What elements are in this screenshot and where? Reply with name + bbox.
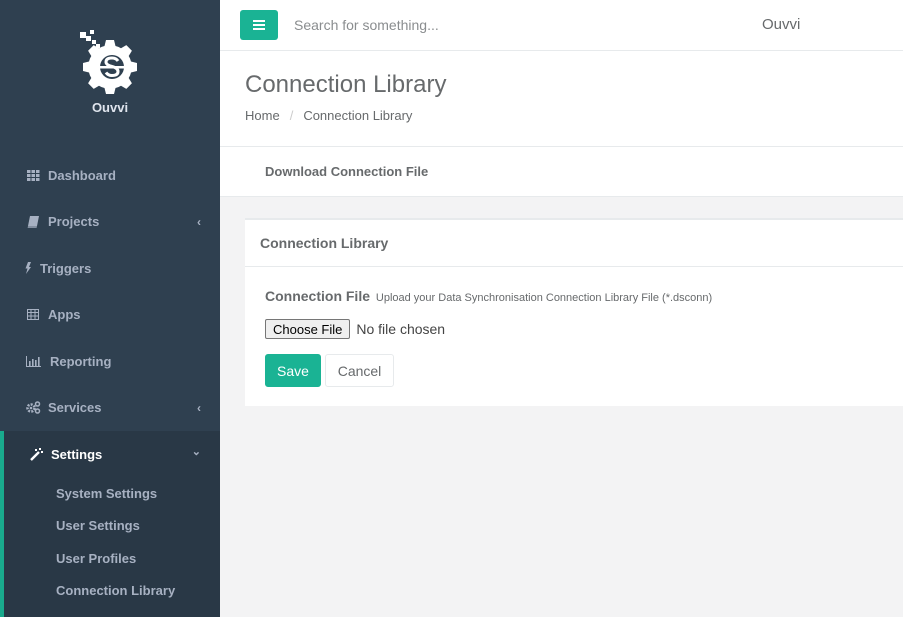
hamburger-icon (253, 18, 265, 33)
cancel-button[interactable]: Cancel (325, 354, 394, 387)
field-label-text: Connection File (265, 288, 370, 304)
book-icon (25, 215, 41, 229)
sidebar: Ouvvi Dashboard Projects ‹ Triggers Apps… (0, 0, 220, 617)
connection-file-label: Connection File Upload your Data Synchro… (265, 288, 712, 304)
field-hint: Upload your Data Synchronisation Connect… (375, 292, 713, 304)
breadcrumb-current: Connection Library (303, 108, 413, 123)
sidebar-item-label: Services (48, 400, 102, 416)
sidebar-subitem-user-profiles[interactable]: User Profiles (56, 551, 136, 566)
sidebar-item-settings[interactable]: Settings ⌄ (4, 431, 220, 477)
connection-library-panel: Connection Library Connection File Uploa… (245, 218, 903, 406)
sidebar-item-label: Reporting (50, 353, 112, 369)
chevron-left-icon: ‹ (197, 214, 201, 229)
action-bar: Download Connection File (220, 147, 903, 197)
sidebar-item-projects[interactable]: Projects ‹ (0, 199, 220, 246)
sidebar-item-label: Projects (48, 214, 100, 230)
sidebar-header: Ouvvi (0, 0, 220, 140)
sidebar-item-label: Settings (51, 446, 103, 462)
panel-header: Connection Library (245, 220, 903, 267)
magic-wand-icon (28, 447, 44, 461)
sidebar-item-label: Dashboard (48, 167, 116, 183)
brand-name: Ouvvi (91, 100, 129, 115)
page-heading: Connection Library Home / Connection Lib… (220, 51, 903, 147)
breadcrumb-home[interactable]: Home (245, 108, 280, 123)
breadcrumb-separator: / (289, 108, 294, 123)
sidebar-subitem-user-settings[interactable]: User Settings (56, 518, 140, 533)
file-status: No file chosen (356, 321, 446, 337)
page-title: Connection Library (245, 71, 447, 98)
gear-s-logo-icon (80, 30, 137, 94)
table-icon (25, 308, 41, 322)
th-grid-icon (25, 168, 41, 182)
download-connection-file-link[interactable]: Download Connection File (265, 164, 428, 179)
sidebar-item-label: Apps (48, 307, 81, 323)
search-input[interactable] (294, 12, 594, 38)
sidebar-item-apps[interactable]: Apps (0, 292, 220, 339)
cogs-icon (25, 401, 41, 415)
sidebar-group-settings: Settings ⌄ System Settings User Settings… (0, 431, 220, 617)
breadcrumb: Home / Connection Library (245, 108, 412, 123)
sidebar-item-dashboard[interactable]: Dashboard (0, 152, 220, 199)
sidebar-subitem-system-settings[interactable]: System Settings (56, 486, 157, 501)
top-navbar: Ouvvi (220, 0, 903, 51)
sidebar-nav: Dashboard Projects ‹ Triggers Apps Repor… (0, 152, 220, 431)
file-input[interactable]: Choose File No file chosen (265, 319, 445, 339)
bolt-icon (24, 261, 32, 275)
top-user-label: Ouvvi (762, 16, 801, 33)
toggle-sidebar-button[interactable] (240, 10, 278, 40)
sidebar-item-reporting[interactable]: Reporting (0, 338, 220, 385)
chevron-down-icon: ⌄ (191, 446, 201, 458)
bar-chart-icon (25, 354, 41, 368)
choose-file-button[interactable]: Choose File (265, 319, 351, 339)
chevron-left-icon: ‹ (197, 400, 201, 415)
save-button[interactable]: Save (265, 354, 321, 387)
panel-title: Connection Library (260, 235, 389, 251)
sidebar-item-triggers[interactable]: Triggers (0, 245, 220, 292)
sidebar-subitem-connection-library[interactable]: Connection Library (56, 583, 175, 598)
sidebar-item-label: Triggers (40, 260, 92, 276)
sidebar-item-services[interactable]: Services ‹ (0, 385, 220, 432)
